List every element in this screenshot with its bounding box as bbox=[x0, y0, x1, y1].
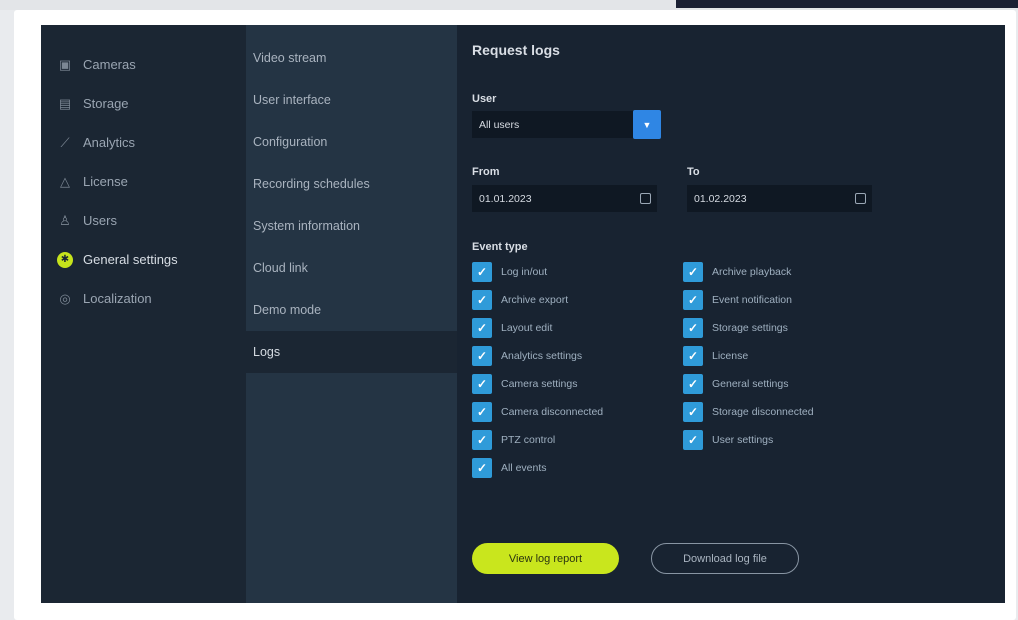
event-checkbox-storage-settings[interactable]: ✓ Storage settings bbox=[683, 318, 788, 338]
to-label: To bbox=[687, 166, 700, 178]
page-title: Request logs bbox=[472, 42, 560, 58]
check-icon: ✓ bbox=[472, 402, 492, 422]
check-icon: ✓ bbox=[683, 374, 703, 394]
check-icon: ✓ bbox=[683, 430, 703, 450]
check-icon: ✓ bbox=[683, 262, 703, 282]
check-icon: ✓ bbox=[683, 290, 703, 310]
event-label: Camera settings bbox=[501, 378, 578, 390]
event-label: Archive export bbox=[501, 294, 569, 306]
event-label: Storage settings bbox=[712, 322, 788, 334]
nav-item-storage[interactable]: ▤ Storage bbox=[41, 84, 246, 123]
event-label: Archive playback bbox=[712, 266, 792, 278]
event-label: Event notification bbox=[712, 294, 792, 306]
event-checkbox-analytics-settings[interactable]: ✓ Analytics settings bbox=[472, 346, 582, 366]
from-date-field[interactable]: 01.01.2023 bbox=[472, 185, 657, 212]
subnav-item-recording-schedules[interactable]: Recording schedules bbox=[246, 163, 457, 205]
nav-item-label: Localization bbox=[83, 291, 152, 306]
check-icon: ✓ bbox=[683, 402, 703, 422]
event-label: Layout edit bbox=[501, 322, 553, 334]
event-type-label: Event type bbox=[472, 241, 528, 253]
globe-icon: ◎ bbox=[59, 290, 71, 306]
nav-item-label: Analytics bbox=[83, 135, 136, 150]
event-checkbox-event-notification[interactable]: ✓ Event notification bbox=[683, 290, 792, 310]
nav-item-label: License bbox=[83, 174, 128, 189]
from-label: From bbox=[472, 166, 500, 178]
check-icon: ✓ bbox=[472, 318, 492, 338]
nav-item-users[interactable]: ♙ Users bbox=[41, 201, 246, 240]
storage-icon: ▤ bbox=[58, 95, 72, 111]
check-icon: ✓ bbox=[472, 374, 492, 394]
user-dropdown-button[interactable]: ▼ bbox=[633, 110, 661, 139]
check-icon: ✓ bbox=[472, 458, 492, 478]
nav-item-cameras[interactable]: ▣ Cameras bbox=[41, 45, 246, 84]
check-icon: ✓ bbox=[683, 318, 703, 338]
event-label: Analytics settings bbox=[501, 350, 583, 362]
event-label: All events bbox=[501, 462, 547, 474]
event-label: User settings bbox=[712, 434, 774, 446]
event-label: Storage disconnected bbox=[712, 406, 814, 418]
event-checkbox-camera-settings[interactable]: ✓ Camera settings bbox=[472, 374, 577, 394]
event-checkbox-all-events[interactable]: ✓ All events bbox=[472, 458, 547, 478]
to-date-value: 01.02.2023 bbox=[694, 192, 747, 205]
event-checkbox-ptz-control[interactable]: ✓ PTZ control bbox=[472, 430, 555, 450]
check-icon: ✓ bbox=[472, 430, 492, 450]
calendar-icon[interactable] bbox=[640, 193, 651, 204]
download-log-file-button[interactable]: Download log file bbox=[651, 543, 799, 574]
request-logs-panel: Request logs User All users ▼ From 01.01… bbox=[457, 25, 1005, 603]
subnav-item-logs[interactable]: Logs bbox=[246, 331, 457, 373]
chevron-down-icon: ▼ bbox=[642, 119, 652, 130]
users-icon: ♙ bbox=[59, 212, 71, 228]
gear-icon: ✱ bbox=[57, 251, 73, 268]
nav-item-label: Storage bbox=[83, 96, 129, 111]
camera-icon: ▣ bbox=[58, 56, 72, 72]
user-label: User bbox=[472, 93, 497, 105]
nav-item-label: Cameras bbox=[83, 57, 136, 72]
calendar-icon[interactable] bbox=[855, 193, 866, 204]
subnav-item-demo-mode[interactable]: Demo mode bbox=[246, 289, 457, 331]
view-log-report-button[interactable]: View log report bbox=[472, 543, 619, 574]
check-icon: ✓ bbox=[472, 290, 492, 310]
event-checkbox-general-settings[interactable]: ✓ General settings bbox=[683, 374, 788, 394]
event-checkbox-archive-export[interactable]: ✓ Archive export bbox=[472, 290, 568, 310]
subnav-item-system-information[interactable]: System information bbox=[246, 205, 457, 247]
nav-item-general-settings[interactable]: ✱ General settings bbox=[41, 240, 246, 279]
event-checkbox-storage-disconnected[interactable]: ✓ Storage disconnected bbox=[683, 402, 814, 422]
nav-item-label: Users bbox=[83, 213, 117, 228]
event-checkbox-user-settings[interactable]: ✓ User settings bbox=[683, 430, 773, 450]
event-label: Camera disconnected bbox=[501, 406, 604, 418]
nav-item-license[interactable]: △ License bbox=[41, 162, 246, 201]
event-checkbox-camera-disconnected[interactable]: ✓ Camera disconnected bbox=[472, 402, 603, 422]
user-select[interactable]: All users bbox=[472, 111, 634, 138]
event-checkbox-archive-playback[interactable]: ✓ Archive playback bbox=[683, 262, 791, 282]
nav-item-analytics[interactable]: ⟋ Analytics bbox=[41, 123, 246, 162]
subnav-item-configuration[interactable]: Configuration bbox=[246, 121, 457, 163]
event-checkbox-layout-edit[interactable]: ✓ Layout edit bbox=[472, 318, 552, 338]
settings-app: ▣ Cameras ▤ Storage ⟋ Analytics △ Licens… bbox=[41, 25, 1005, 603]
event-label: PTZ control bbox=[501, 434, 556, 446]
nav-item-label: General settings bbox=[83, 252, 178, 267]
primary-nav: ▣ Cameras ▤ Storage ⟋ Analytics △ Licens… bbox=[41, 25, 246, 603]
license-icon: △ bbox=[60, 173, 70, 189]
from-date-value: 01.01.2023 bbox=[479, 192, 532, 205]
subnav-item-video-stream[interactable]: Video stream bbox=[246, 37, 457, 79]
event-checkbox-license[interactable]: ✓ License bbox=[683, 346, 748, 366]
top-right-bar bbox=[676, 0, 1018, 8]
event-label: License bbox=[712, 350, 749, 362]
event-label: General settings bbox=[712, 378, 789, 390]
subnav-item-cloud-link[interactable]: Cloud link bbox=[246, 247, 457, 289]
check-icon: ✓ bbox=[472, 262, 492, 282]
event-label: Log in/out bbox=[501, 266, 548, 278]
nav-item-localization[interactable]: ◎ Localization bbox=[41, 279, 246, 318]
subnav-item-user-interface[interactable]: User interface bbox=[246, 79, 457, 121]
to-date-field[interactable]: 01.02.2023 bbox=[687, 185, 872, 212]
analytics-icon: ⟋ bbox=[60, 134, 70, 150]
general-settings-subnav: Video stream User interface Configuratio… bbox=[246, 25, 457, 603]
event-checkbox-log-in-out[interactable]: ✓ Log in/out bbox=[472, 262, 547, 282]
check-icon: ✓ bbox=[472, 346, 492, 366]
check-icon: ✓ bbox=[683, 346, 703, 366]
